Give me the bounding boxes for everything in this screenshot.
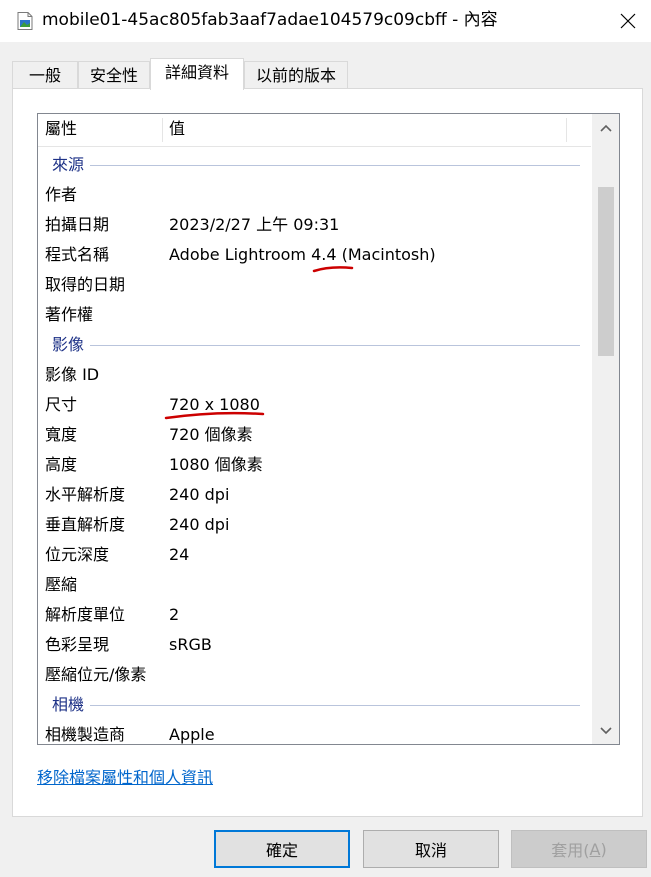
property-value: 24 xyxy=(169,545,190,564)
group-header-camera[interactable]: 相機 xyxy=(38,690,591,720)
table-row[interactable]: 相機製造商 Apple xyxy=(38,720,591,744)
tab-previous-versions[interactable]: 以前的版本 xyxy=(244,61,348,89)
property-value: Apple xyxy=(169,725,215,744)
table-row[interactable]: 著作權 xyxy=(38,300,591,330)
table-row[interactable]: 取得的日期 xyxy=(38,270,591,300)
property-name: 垂直解析度 xyxy=(45,515,126,534)
scroll-thumb[interactable] xyxy=(598,187,614,356)
apply-accesskey: A xyxy=(589,839,601,859)
property-name: 水平解析度 xyxy=(45,485,126,504)
property-value: 720 個像素 xyxy=(169,425,253,444)
table-row[interactable]: 拍攝日期 2023/2/27 上午 09:31 xyxy=(38,210,591,240)
property-name: 尺寸 xyxy=(45,395,78,414)
property-value: Adobe Lightroom 4.4 (Macintosh) xyxy=(169,245,436,264)
table-row[interactable]: 程式名稱 Adobe Lightroom 4.4 (Macintosh) xyxy=(38,240,591,270)
property-list[interactable]: 屬性 值 來源 作者 拍攝日期 2023/2/27 上午 09:31 程式名稱 Ad… xyxy=(37,113,620,745)
group-divider xyxy=(90,165,580,166)
remove-properties-link[interactable]: 移除檔案屬性和個人資訊 xyxy=(37,764,213,788)
group-label: 影像 xyxy=(52,335,85,354)
property-name: 高度 xyxy=(45,455,78,474)
table-row[interactable]: 水平解析度 240 dpi xyxy=(38,480,591,510)
chevron-down-icon xyxy=(599,726,612,734)
group-divider xyxy=(90,345,580,346)
property-name: 取得的日期 xyxy=(45,275,126,294)
ok-button[interactable]: 確定 xyxy=(214,830,350,868)
group-label: 相機 xyxy=(52,695,85,714)
vertical-scrollbar[interactable] xyxy=(592,114,619,744)
property-name: 相機製造商 xyxy=(45,725,126,744)
property-name: 拍攝日期 xyxy=(45,215,110,234)
property-value: 240 dpi xyxy=(169,515,230,534)
group-header-image[interactable]: 影像 xyxy=(38,330,591,360)
tab-details[interactable]: 詳細資料 xyxy=(150,58,244,90)
column-divider[interactable] xyxy=(566,118,567,142)
table-row[interactable]: 色彩呈現 sRGB xyxy=(38,630,591,660)
table-row[interactable]: 解析度單位 2 xyxy=(38,600,591,630)
image-file-icon xyxy=(17,12,33,30)
table-row[interactable]: 尺寸 720 x 1080 xyxy=(38,390,591,420)
scroll-down-button[interactable] xyxy=(592,717,619,744)
chevron-up-icon xyxy=(599,124,612,132)
property-value: 720 x 1080 xyxy=(169,395,260,414)
property-value: 1080 個像素 xyxy=(169,455,263,474)
group-label: 來源 xyxy=(52,155,85,174)
property-rows: 來源 作者 拍攝日期 2023/2/27 上午 09:31 程式名稱 Adobe L… xyxy=(38,150,591,744)
table-row[interactable]: 垂直解析度 240 dpi xyxy=(38,510,591,540)
column-divider[interactable] xyxy=(162,118,163,142)
property-value: 2 xyxy=(169,605,180,624)
table-row[interactable]: 影像 ID xyxy=(38,360,591,390)
property-value: 2023/2/27 上午 09:31 xyxy=(169,215,340,234)
close-icon xyxy=(620,13,636,29)
table-row[interactable]: 寬度 720 個像素 xyxy=(38,420,591,450)
cancel-button[interactable]: 取消 xyxy=(363,830,499,868)
property-name: 作者 xyxy=(45,185,78,204)
property-name: 程式名稱 xyxy=(45,245,110,264)
property-name: 著作權 xyxy=(45,305,94,324)
column-header-value[interactable]: 值 xyxy=(169,114,185,146)
details-panel: 屬性 值 來源 作者 拍攝日期 2023/2/27 上午 09:31 程式名稱 Ad… xyxy=(12,88,643,817)
scroll-up-button[interactable] xyxy=(592,114,619,141)
table-row[interactable]: 作者 xyxy=(38,180,591,210)
property-name: 壓縮位元/像素 xyxy=(45,665,147,684)
property-value: sRGB xyxy=(169,635,212,654)
table-row[interactable]: 位元深度 24 xyxy=(38,540,591,570)
list-header: 屬性 值 xyxy=(38,114,591,147)
close-button[interactable] xyxy=(605,0,651,42)
apply-label-suffix: ) xyxy=(600,839,607,859)
property-name: 解析度單位 xyxy=(45,605,126,624)
property-value: 240 dpi xyxy=(169,485,230,504)
column-header-property[interactable]: 屬性 xyxy=(45,114,77,146)
table-row[interactable]: 壓縮 xyxy=(38,570,591,600)
tab-security[interactable]: 安全性 xyxy=(78,61,150,89)
apply-label-prefix: 套用( xyxy=(551,841,590,860)
property-name: 色彩呈現 xyxy=(45,635,110,654)
table-row[interactable]: 高度 1080 個像素 xyxy=(38,450,591,480)
tab-general[interactable]: 一般 xyxy=(12,61,78,89)
title-bar: mobile01-45ac805fab3aaf7adae104579c09cbf… xyxy=(0,0,651,42)
property-name: 位元深度 xyxy=(45,545,110,564)
property-name: 寬度 xyxy=(45,425,78,444)
window-title: mobile01-45ac805fab3aaf7adae104579c09cbf… xyxy=(42,10,498,30)
property-name: 影像 ID xyxy=(45,365,100,384)
group-header-source[interactable]: 來源 xyxy=(38,150,591,180)
group-divider xyxy=(90,705,580,706)
property-name: 壓縮 xyxy=(45,575,78,594)
table-row[interactable]: 壓縮位元/像素 xyxy=(38,660,591,690)
apply-button[interactable]: 套用(A) xyxy=(511,830,647,868)
